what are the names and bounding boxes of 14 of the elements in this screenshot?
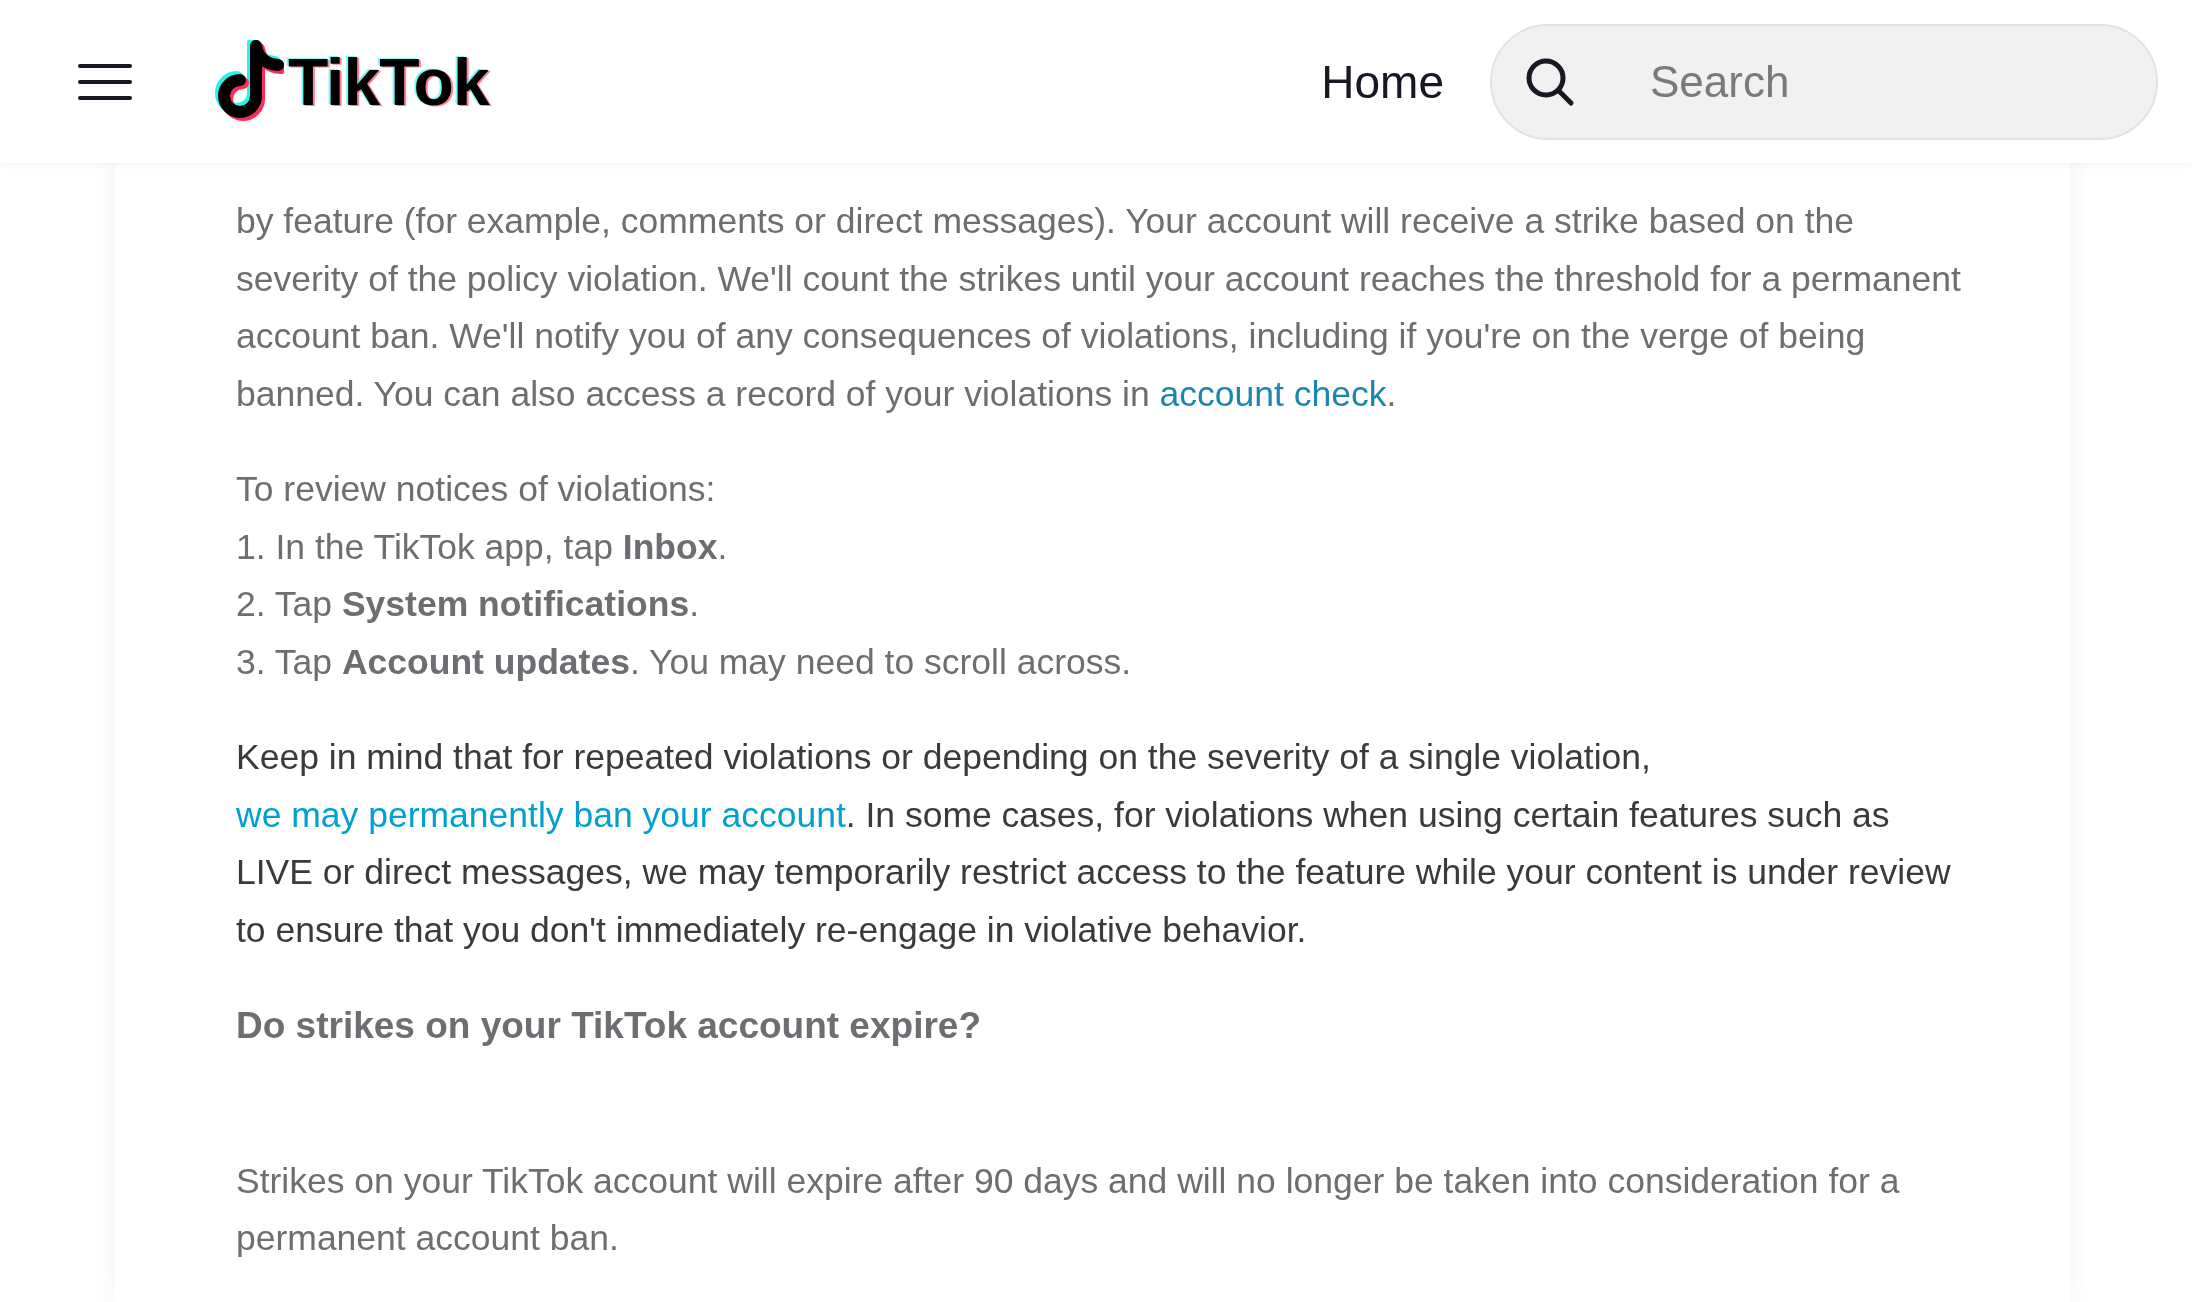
music-note-icon xyxy=(212,39,284,124)
paragraph: Strikes on your TikTok account will expire after 90 days and will no longer be taken into consideration for a permanent account ban. xyxy=(236,1159,1901,1260)
section-heading: Do strikes on your TikTok account expire? xyxy=(236,1004,982,1048)
instruction-line: 2. Tap System notifications. xyxy=(236,583,700,626)
logo-wordmark[interactable]: TikTok xyxy=(288,43,489,120)
menu-icon[interactable] xyxy=(78,61,132,102)
instruction-line: To review notices of violations: xyxy=(236,468,717,511)
paragraph: by feature (for example, comments or direct messages). Your account will receive a strike based on the severity of the policy violation. We'll count the strikes until your account reaches the threshold for a permanent account ban. We'll notify you of any consequences of violations, including if you're on the verge of being banned. You can also access a record of your violations in account check. xyxy=(236,200,1962,416)
search-field[interactable]: Search xyxy=(1490,23,2158,140)
nav-link[interactable]: Home xyxy=(1321,54,1444,109)
instruction-line: 3. Tap Account updates. You may need to scroll across. xyxy=(236,640,1133,684)
instruction-line: 1. In the TikTok app, tap Inbox. xyxy=(236,525,729,569)
paragraph: Keep in mind that for repeated violations or depending on the severity of a single violation, we may permanently ban your account. In some cases, for violations when using certain features such as LIVE or direct messages, we may temporarily restrict access to the feature while your content is under review to ensure that you don't immediately re-engage in violative behavior. xyxy=(236,736,1952,952)
text-link[interactable]: account check xyxy=(1159,373,1387,414)
